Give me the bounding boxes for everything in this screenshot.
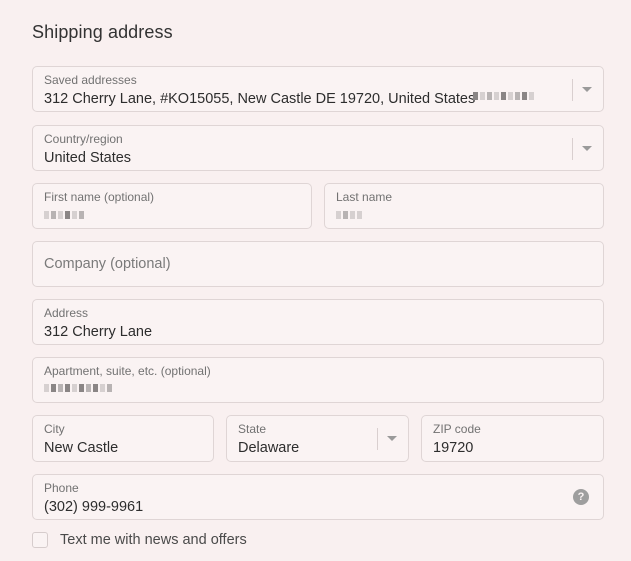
redacted-first-name-blur <box>44 211 84 219</box>
company-placeholder: Company (optional) <box>44 256 171 272</box>
last-name-field[interactable]: Last name <box>324 183 604 229</box>
chevron-down-icon <box>387 436 397 441</box>
apartment-label: Apartment, suite, etc. (optional) <box>44 364 211 378</box>
apartment-field[interactable]: Apartment, suite, etc. (optional) <box>32 357 604 403</box>
saved-addresses-value: 312 Cherry Lane, #KO15055, New Castle DE… <box>44 91 476 107</box>
last-name-label: Last name <box>336 190 393 204</box>
first-name-field[interactable]: First name (optional) <box>32 183 312 229</box>
phone-field[interactable]: Phone (302) 999-9961 ? <box>32 474 604 520</box>
phone-label: Phone <box>44 481 79 495</box>
address-value: 312 Cherry Lane <box>44 324 153 340</box>
saved-addresses-select[interactable]: Saved addresses 312 Cherry Lane, #KO1505… <box>32 66 604 112</box>
redacted-apartment-blur <box>44 384 112 392</box>
section-title: Shipping address <box>32 22 173 42</box>
country-value: United States <box>44 150 132 166</box>
zip-code-field[interactable]: ZIP code 19720 <box>421 415 604 462</box>
state-select[interactable]: State Delaware <box>226 415 409 462</box>
marketing-checkbox-label: Text me with news and offers <box>60 532 247 548</box>
chevron-down-icon <box>582 87 592 92</box>
city-field[interactable]: City New Castle <box>32 415 214 462</box>
chevron-down-icon <box>582 146 592 151</box>
redacted-last-name-blur <box>336 211 362 219</box>
question-circle-icon[interactable]: ? <box>573 489 589 505</box>
select-divider <box>572 79 573 101</box>
country-label: Country/region <box>44 132 123 146</box>
city-label: City <box>44 422 65 436</box>
city-value: New Castle <box>44 440 119 456</box>
address-label: Address <box>44 306 89 320</box>
saved-addresses-label: Saved addresses <box>44 73 137 87</box>
redacted-name-blur <box>473 92 534 100</box>
country-select[interactable]: Country/region United States <box>32 125 604 171</box>
first-name-label: First name (optional) <box>44 190 155 204</box>
phone-value: (302) 999-9961 <box>44 499 144 515</box>
marketing-opt-in[interactable]: Text me with news and offers <box>32 532 247 548</box>
zip-code-label: ZIP code <box>433 422 481 436</box>
company-field[interactable]: Company (optional) <box>32 241 604 287</box>
marketing-checkbox[interactable] <box>32 532 48 548</box>
address-field[interactable]: Address 312 Cherry Lane <box>32 299 604 345</box>
zip-code-value: 19720 <box>433 440 474 456</box>
select-divider <box>572 138 573 160</box>
state-label: State <box>238 422 267 436</box>
select-divider <box>377 428 378 450</box>
state-value: Delaware <box>238 440 300 456</box>
